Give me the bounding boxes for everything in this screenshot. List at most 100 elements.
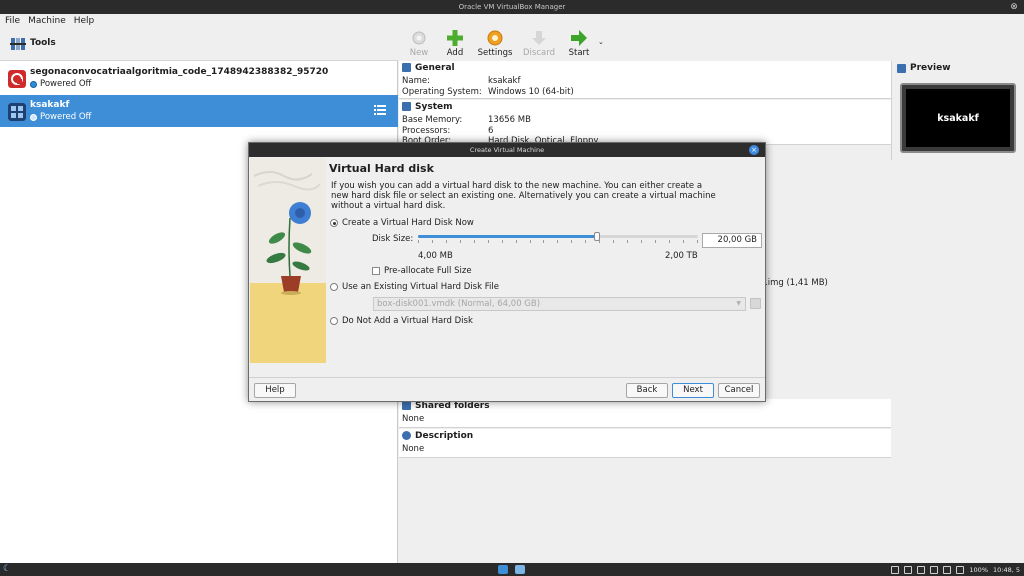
chevron-down-icon: ▼ — [736, 300, 741, 307]
vm-state-label: Powered Off — [40, 112, 92, 122]
vm-menu-icon[interactable] — [374, 104, 386, 116]
slider-tick — [515, 240, 517, 243]
plant-illustration — [250, 158, 326, 363]
existing-disk-select[interactable]: box-disk001.vmdk (Normal, 64,00 GB) ▼ — [373, 297, 746, 311]
discard-button[interactable]: Discard — [518, 28, 560, 61]
back-button[interactable]: Back — [626, 383, 668, 398]
description-title[interactable]: Description — [415, 431, 473, 441]
help-button[interactable]: Help — [254, 383, 296, 398]
updates-icon[interactable] — [917, 565, 926, 574]
window-titlebar: Oracle VM VirtualBox Manager ⊗ — [0, 0, 1024, 14]
general-icon — [402, 63, 411, 72]
next-button[interactable]: Next — [672, 383, 714, 398]
slider-tick — [585, 240, 587, 243]
vm-state: Powered Off — [30, 112, 91, 122]
description-icon — [402, 431, 411, 440]
cancel-button[interactable]: Cancel — [718, 383, 760, 398]
main-toolbar: New Add Settings Discard Start ⌄ — [399, 28, 1024, 61]
preallocate-checkbox[interactable]: Pre-allocate Full Size — [372, 266, 472, 276]
slider-tick — [696, 240, 698, 243]
wizard-illustration — [250, 158, 326, 363]
existing-disk-value: box-disk001.vmdk (Normal, 64,00 GB) — [377, 299, 541, 309]
create-disk-radio[interactable]: Create a Virtual Hard Disk Now — [330, 218, 474, 228]
no-disk-radio[interactable]: Do Not Add a Virtual Hard Disk — [330, 316, 473, 326]
start-button[interactable]: Start — [562, 28, 596, 61]
shared-folders-value: None — [402, 414, 425, 424]
shared-folders-title[interactable]: Shared folders — [415, 401, 490, 411]
taskbar: ☾ 100% 10:48, 5 — [0, 563, 1024, 576]
menu-file[interactable]: File — [5, 14, 20, 28]
slider-tick — [473, 240, 475, 243]
create-vm-dialog: Create Virtual Machine × Virtual Hard di… — [248, 142, 766, 402]
preview-panel: Preview ksakakf — [891, 61, 1024, 160]
slider-tick — [599, 240, 601, 243]
checkbox-unchecked-icon — [372, 267, 380, 275]
memory-key: Base Memory: — [402, 115, 463, 125]
preview-screen-text: ksakakf — [906, 89, 1010, 147]
section-general: General Name: ksakakf Operating System: Wi… — [399, 61, 891, 99]
slider-tick — [501, 240, 503, 243]
battery-icon[interactable] — [956, 565, 965, 574]
dialog-close-icon[interactable]: × — [749, 145, 759, 155]
new-label: New — [409, 48, 429, 58]
app-launcher-icon[interactable]: ☾ — [3, 564, 13, 575]
start-label: Start — [568, 48, 590, 58]
vm-list-item-selected[interactable]: ksakakf Powered Off — [0, 95, 398, 127]
slider-tick — [445, 240, 447, 243]
clock[interactable]: 10:48, 5 — [993, 566, 1020, 574]
slider-tick — [571, 240, 573, 243]
slider-tick — [418, 240, 419, 243]
debian-os-icon — [8, 70, 26, 88]
settings-gear-icon — [487, 30, 503, 46]
tools-label: Tools — [30, 38, 56, 48]
slider-tick — [641, 240, 642, 243]
powered-off-icon — [30, 80, 37, 88]
tools-item[interactable]: Tools — [0, 28, 398, 61]
preview-title[interactable]: Preview — [910, 63, 951, 73]
window-task-icon[interactable] — [515, 565, 525, 574]
tools-icon — [10, 38, 26, 50]
battery-percent: 100% — [969, 565, 988, 574]
settings-button[interactable]: Settings — [474, 28, 516, 61]
preview-icon — [897, 63, 906, 73]
clipboard-icon[interactable] — [904, 565, 913, 574]
vm-state: Powered Off — [30, 79, 91, 89]
disk-size-label: Disk Size: — [372, 234, 414, 244]
processors-value: 6 — [488, 125, 494, 136]
window-title: Oracle VM VirtualBox Manager — [458, 3, 566, 11]
dialog-heading: Virtual Hard disk — [329, 162, 434, 175]
slider-tick — [613, 240, 615, 243]
slider-tick — [682, 240, 684, 243]
new-button[interactable]: New — [402, 28, 436, 61]
close-window-icon[interactable]: ⊗ — [1006, 0, 1022, 14]
system-title[interactable]: System — [415, 102, 453, 112]
choose-disk-folder-icon[interactable] — [750, 298, 761, 309]
virtualbox-task-icon[interactable] — [498, 565, 508, 574]
menu-machine[interactable]: Machine — [28, 14, 66, 28]
disk-size-slider[interactable] — [418, 232, 698, 241]
add-button[interactable]: Add — [438, 28, 472, 61]
vm-name: ksakakf — [30, 100, 70, 110]
start-dropdown-icon[interactable]: ⌄ — [598, 28, 604, 61]
bluetooth-icon[interactable] — [891, 565, 900, 574]
existing-disk-radio[interactable]: Use an Existing Virtual Hard Disk File — [330, 282, 499, 292]
create-disk-label: Create a Virtual Hard Disk Now — [342, 218, 474, 228]
general-title[interactable]: General — [415, 63, 455, 73]
disk-size-input[interactable]: 20,00 GB — [702, 233, 762, 248]
preview-screen: ksakakf — [900, 83, 1016, 153]
memory-value: 13656 MB — [488, 115, 531, 125]
dialog-button-bar: Help Back Next Cancel — [249, 377, 765, 401]
slider-fill — [418, 235, 598, 238]
radio-unselected-icon — [330, 283, 338, 291]
section-system: System Base Memory: 13656 MB Processors: 6… — [399, 100, 891, 146]
menubar: File Machine Help — [0, 14, 1024, 28]
slider-max-label: 2,00 TB — [665, 251, 698, 261]
name-key: Name: — [402, 76, 430, 86]
network-icon[interactable] — [930, 565, 939, 574]
storage-floppy-value: .img (1,41 MB) — [765, 278, 828, 288]
volume-icon[interactable] — [943, 565, 952, 574]
slider-ticks — [418, 240, 698, 243]
discard-label: Discard — [523, 48, 555, 58]
menu-help[interactable]: Help — [74, 14, 95, 28]
vm-list-item[interactable]: segonaconvocatriaalgoritmia_code_1748942… — [0, 62, 398, 94]
